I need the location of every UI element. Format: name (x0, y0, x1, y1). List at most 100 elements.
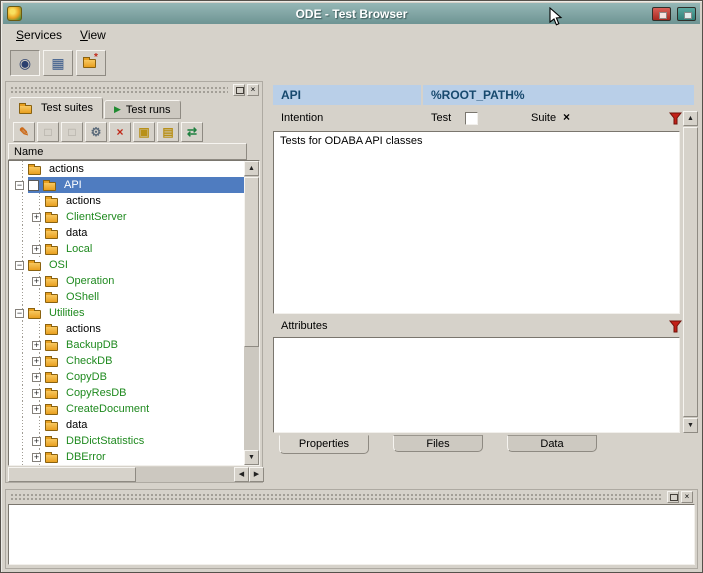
tree-item[interactable]: + CheckDB (9, 353, 244, 369)
expander-closed-icon[interactable]: + (32, 373, 41, 382)
delete-button[interactable]: × (109, 122, 131, 142)
suite-name-cell: API (273, 85, 421, 105)
expander-closed-icon[interactable]: + (32, 437, 41, 446)
tree-item[interactable]: + DBError (9, 449, 244, 465)
menu-services[interactable]: Services (7, 26, 71, 44)
tab-test-runs[interactable]: ▶Test runs (104, 100, 181, 119)
menu-view[interactable]: View (71, 26, 115, 44)
expander-open-icon[interactable]: − (15, 261, 24, 270)
scrollbar-thumb[interactable] (683, 127, 698, 417)
expander-closed-icon[interactable]: + (32, 389, 41, 398)
tree-item[interactable]: +BackupDB (9, 337, 244, 353)
output-textarea[interactable] (8, 504, 695, 565)
new-item-button[interactable]: □ (37, 122, 59, 142)
edit-button[interactable]: ✎ (13, 122, 35, 142)
tree-item-body: OShell (45, 289, 244, 305)
tree-item-label: OSI (45, 259, 72, 271)
copy-button[interactable]: ▣ (133, 122, 155, 142)
tree-item[interactable]: actions (9, 193, 244, 209)
left-panel-close-button[interactable]: × (247, 84, 259, 96)
sync-button[interactable]: ⇄ (181, 122, 203, 142)
tree-view-button[interactable]: ▦ (43, 50, 73, 76)
tree-item[interactable]: +CreateDocument (9, 401, 244, 417)
panel-drag-handle[interactable] (10, 86, 228, 95)
bottom-panel-close-button[interactable]: × (681, 491, 693, 503)
scroll-up-icon[interactable]: ▲ (683, 111, 698, 126)
expander-closed-icon[interactable]: + (32, 277, 41, 286)
tab-files[interactable]: Files (393, 435, 483, 452)
suite-checkbox[interactable] (28, 180, 39, 191)
browser-mode-button[interactable]: ◉ (10, 50, 40, 76)
run-button[interactable]: ⚙ (85, 122, 107, 142)
tree-item-label: DBDictStatistics (62, 435, 148, 447)
tree-item[interactable]: − OSI (9, 257, 244, 273)
folder-icon (45, 422, 58, 431)
expander-open-icon[interactable]: − (15, 309, 24, 318)
expander-closed-icon[interactable]: + (32, 341, 41, 350)
expander-closed-icon[interactable]: + (32, 453, 41, 462)
tree-item[interactable]: −API (9, 177, 244, 193)
tree-item[interactable]: data (9, 417, 244, 433)
paste-button[interactable]: ▤ (157, 122, 179, 142)
tree-item[interactable]: +CopyDB (9, 369, 244, 385)
tree-item-label: data (62, 227, 91, 239)
tree-item[interactable]: +Operation (9, 273, 244, 289)
attributes-textarea[interactable] (273, 337, 680, 433)
tree-item[interactable]: data (9, 225, 244, 241)
folder-icon (45, 438, 58, 447)
tab-data[interactable]: Data (507, 435, 597, 452)
suite-clear-mark[interactable]: × (563, 110, 570, 124)
expander-closed-icon[interactable]: + (32, 357, 41, 366)
intention-textarea[interactable]: Tests for ODABA API classes (273, 131, 680, 314)
tree-item[interactable]: +ClientServer (9, 209, 244, 225)
tree-item[interactable]: actions (9, 321, 244, 337)
tree-column-header[interactable]: Name (8, 143, 247, 160)
expander-closed-icon[interactable]: + (32, 245, 41, 254)
titlebar[interactable]: ODE - Test Browser (3, 3, 700, 24)
left-panel-float-button[interactable] (233, 84, 245, 96)
suite-label: Suite (531, 112, 556, 124)
restore-button[interactable] (677, 7, 696, 21)
star-icon: * (94, 52, 98, 63)
attributes-filter-icon[interactable] (669, 320, 682, 333)
close-button[interactable] (652, 7, 671, 21)
tree-item-label: Local (62, 243, 96, 255)
intention-filter-icon[interactable] (669, 112, 682, 125)
scrollbar-thumb[interactable] (244, 177, 259, 347)
left-panel-tabs: Test suites▶Test runs (9, 97, 181, 119)
panel-drag-handle[interactable] (10, 493, 661, 502)
scroll-left-icon[interactable]: ◀ (234, 467, 249, 482)
scroll-up-icon[interactable]: ▲ (244, 161, 259, 176)
page-button[interactable]: □ (61, 122, 83, 142)
tree-item[interactable]: + DBDictStatistics (9, 433, 244, 449)
tree-item[interactable]: −Utilities (9, 305, 244, 321)
tab-properties[interactable]: Properties (279, 435, 369, 454)
detail-vertical-scrollbar[interactable]: ▲ ▼ (683, 111, 698, 433)
scrollbar-thumb[interactable] (8, 467, 136, 482)
test-suite-tree: actions−APIactions+ClientServerdata+Loca… (9, 161, 244, 465)
scroll-down-icon[interactable]: ▼ (244, 450, 259, 465)
tree-toolbar: ✎□□⚙×▣▤⇄ (8, 120, 260, 143)
transfer-icon: ⇄ (187, 125, 197, 139)
tree-item[interactable]: actions (9, 161, 244, 177)
expander-closed-icon[interactable]: + (32, 213, 41, 222)
open-workspace-button[interactable]: * (76, 50, 106, 76)
tree-item[interactable]: OShell (9, 289, 244, 305)
tree-item-body: Local (45, 241, 244, 257)
scroll-right-icon[interactable]: ▶ (249, 467, 264, 482)
folder-icon (43, 182, 56, 191)
tree-item-body: CheckDB (45, 353, 244, 369)
tree-item-body: DBError (45, 449, 244, 465)
tree-item[interactable]: + Local (9, 241, 244, 257)
test-checkbox[interactable] (465, 112, 478, 125)
folder-icon (28, 166, 41, 175)
tree-vertical-scrollbar[interactable]: ▲ ▼ (244, 161, 259, 465)
tree-item[interactable]: +CopyResDB (9, 385, 244, 401)
folder-icon (45, 358, 58, 367)
tree-horizontal-scrollbar[interactable]: ◀ ▶ (8, 467, 264, 482)
scroll-down-icon[interactable]: ▼ (683, 418, 698, 433)
bottom-panel-float-button[interactable] (667, 491, 679, 503)
expander-open-icon[interactable]: − (15, 181, 24, 190)
tab-test-suites[interactable]: Test suites (9, 97, 103, 119)
expander-closed-icon[interactable]: + (32, 405, 41, 414)
